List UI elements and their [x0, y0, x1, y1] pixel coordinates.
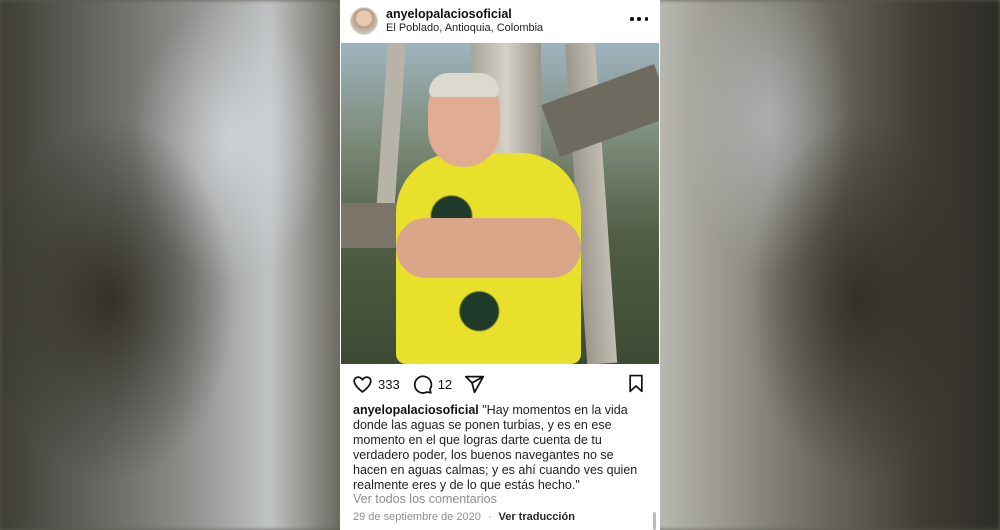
- comment-button[interactable]: 12: [412, 374, 452, 395]
- comment-icon: [413, 374, 432, 394]
- user-info: anyelopalaciosoficial El Poblado, Antioq…: [386, 7, 543, 35]
- separator-dot: ·: [487, 511, 492, 523]
- share-icon: [465, 375, 485, 393]
- post-photo[interactable]: [341, 43, 659, 364]
- comment-count: 12: [437, 376, 453, 392]
- bookmark-icon: [629, 374, 643, 393]
- caption-username[interactable]: anyelopalaciosoficial: [353, 403, 479, 417]
- username[interactable]: anyelopalaciosoficial: [386, 7, 543, 21]
- instagram-post-card: anyelopalaciosoficial El Poblado, Antioq…: [340, 0, 660, 530]
- like-button[interactable]: 333: [352, 374, 400, 395]
- share-button[interactable]: [464, 374, 485, 395]
- like-count: 333: [378, 376, 400, 392]
- save-button[interactable]: [626, 373, 646, 399]
- more-options-icon[interactable]: [630, 12, 648, 26]
- view-all-comments-link[interactable]: Ver todos los comentarios: [353, 492, 497, 506]
- heart-icon: [353, 375, 372, 393]
- location[interactable]: El Poblado, Antioquia, Colombia: [386, 21, 543, 35]
- post-header: anyelopalaciosoficial El Poblado, Antioq…: [340, 0, 660, 42]
- avatar[interactable]: [350, 7, 378, 35]
- post-date: 29 de septiembre de 2020: [353, 511, 481, 523]
- scrollbar[interactable]: [653, 512, 656, 530]
- action-bar: 333 12: [352, 372, 648, 396]
- post-footer: 29 de septiembre de 2020 · Ver traducció…: [353, 511, 575, 523]
- post-caption: anyelopalaciosoficial "Hay momentos en l…: [353, 403, 648, 493]
- see-translation-link[interactable]: Ver traducción: [499, 511, 575, 523]
